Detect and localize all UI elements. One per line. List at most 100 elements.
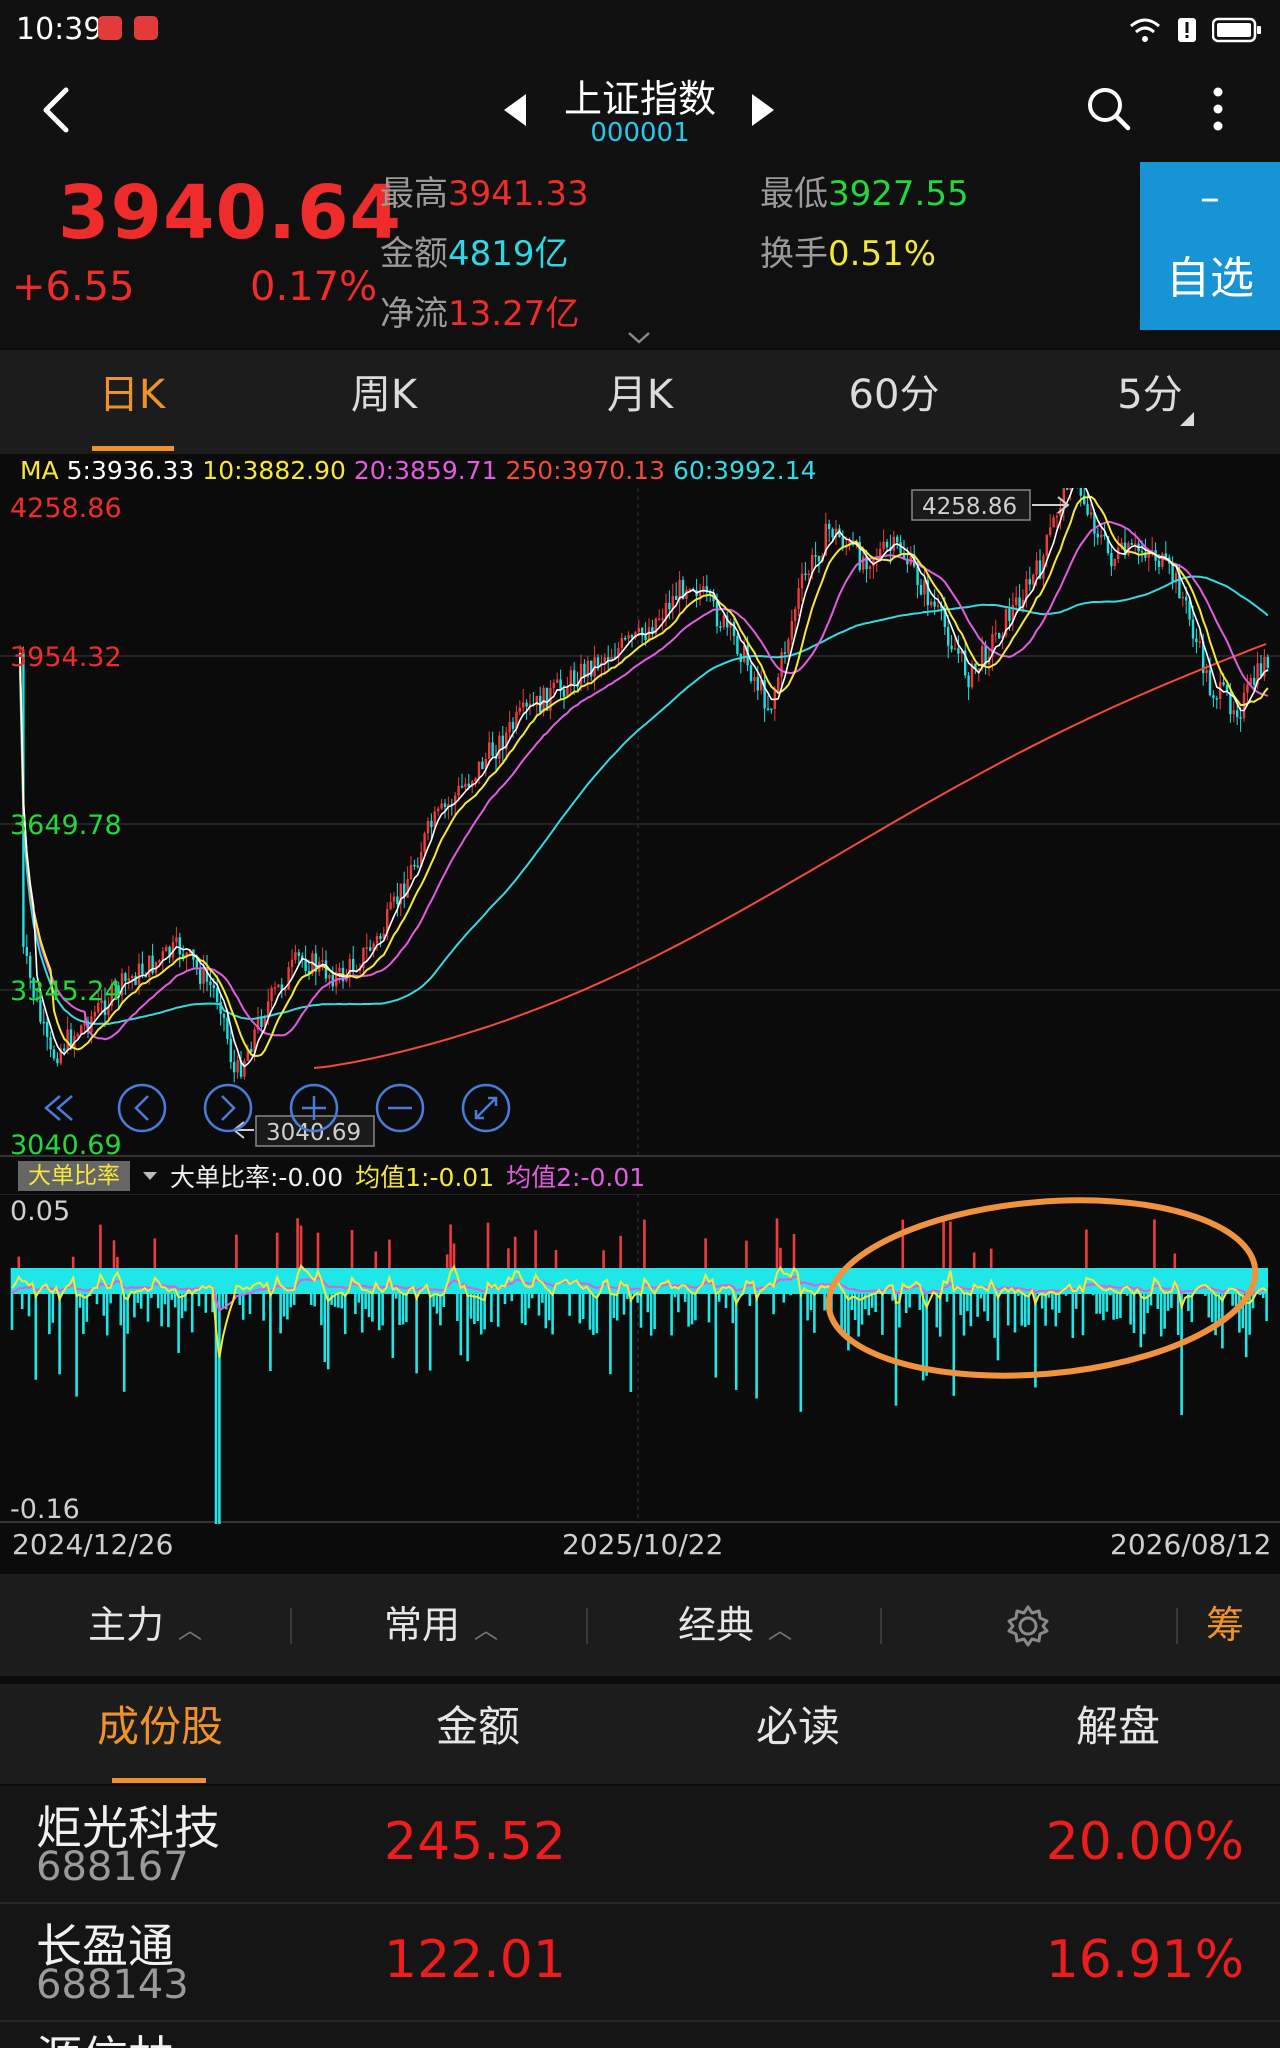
toolbar-divider bbox=[880, 1608, 882, 1644]
table-row[interactable]: 炬光科技 688167 245.52 20.00% bbox=[0, 1786, 1280, 1904]
high-stat: 最高3941.33 bbox=[380, 166, 589, 215]
low-marker: 3040.69 bbox=[232, 1115, 375, 1147]
scroll-left-fast-icon[interactable] bbox=[44, 1095, 73, 1121]
turnover-value: 0.51% bbox=[828, 234, 937, 274]
date-start: 2024/12/26 bbox=[12, 1528, 174, 1561]
stock-change-percent: 20.00% bbox=[1045, 1812, 1244, 1872]
kline-grid bbox=[0, 488, 1280, 1158]
amount-stat: 金额4819亿 bbox=[380, 226, 569, 275]
main-force-button[interactable]: 主力 ︿ bbox=[88, 1574, 202, 1676]
wifi-icon bbox=[1130, 18, 1160, 42]
tab-amount[interactable]: 金额 bbox=[398, 1684, 558, 1784]
tab-daily-k[interactable]: 日K bbox=[52, 350, 212, 454]
search-icon[interactable] bbox=[1086, 86, 1132, 132]
heart-app-notification-icon bbox=[134, 16, 158, 40]
nav-bar: 上证指数 000001 bbox=[0, 62, 1280, 158]
classic-button[interactable]: 经典 ︿ bbox=[678, 1574, 792, 1676]
toolbar-divider bbox=[586, 1608, 588, 1644]
amount-value: 4819亿 bbox=[448, 234, 569, 274]
kline-chart[interactable]: 4258.86 3954.32 3649.78 3345.24 3040.69 … bbox=[0, 488, 1280, 1158]
netflow-stat: 净流13.27亿 bbox=[380, 286, 579, 335]
active-tab-underline bbox=[92, 446, 174, 451]
ma60-value: 60:3992.14 bbox=[672, 456, 817, 485]
scroll-right-icon[interactable] bbox=[203, 1083, 253, 1133]
common-label: 常用 bbox=[384, 1603, 461, 1647]
indicator-toolbar: 主力 ︿ 常用 ︿ 经典 ︿ 筹 bbox=[0, 1574, 1280, 1676]
date-middle: 2025/10/22 bbox=[562, 1528, 724, 1561]
add-watchlist-button[interactable]: – 自选 bbox=[1140, 162, 1280, 330]
ma20-value: 20:3859.71 bbox=[353, 456, 498, 485]
chip-button[interactable]: 筹 bbox=[1206, 1574, 1244, 1676]
high-value: 3941.33 bbox=[448, 174, 589, 214]
stock-change-percent: 16.91% bbox=[1045, 1930, 1244, 1990]
list-tab-underline bbox=[112, 1778, 206, 1783]
tab-5min[interactable]: 5分 bbox=[1070, 350, 1230, 454]
stock-amount: 245.52 bbox=[384, 1812, 566, 1872]
tab-weekly-k[interactable]: 周K bbox=[304, 350, 464, 454]
indicator-chart[interactable]: 0.05 -0.16 bbox=[0, 1194, 1280, 1524]
tab-constituents[interactable]: 成份股 bbox=[80, 1684, 240, 1784]
common-button[interactable]: 常用 ︿ bbox=[384, 1574, 498, 1676]
alert-icon bbox=[1178, 18, 1196, 42]
app-notification-icon bbox=[98, 16, 122, 40]
axis-label-4: 3345.24 bbox=[10, 976, 122, 1007]
date-end: 2026/08/12 bbox=[1110, 1528, 1272, 1561]
more-icon[interactable] bbox=[1210, 84, 1226, 134]
fullscreen-icon[interactable] bbox=[461, 1083, 511, 1133]
indicator-dropdown-icon[interactable] bbox=[142, 1170, 158, 1182]
high-label: 最高 bbox=[380, 174, 448, 214]
ma-prefix: MA bbox=[20, 456, 59, 485]
indicator-value: 大单比率:-0.00 bbox=[170, 1163, 344, 1192]
watch-minus: – bbox=[1200, 175, 1220, 221]
axis-label-top: 4258.86 bbox=[10, 493, 122, 524]
netflow-label: 净流 bbox=[380, 294, 448, 334]
axis-label-bottom: 3040.69 bbox=[10, 1130, 122, 1158]
ma250-line bbox=[313, 643, 1267, 1069]
table-row[interactable]: 长盈通 688143 122.01 16.91% bbox=[0, 1904, 1280, 2022]
zoom-out-icon[interactable] bbox=[375, 1083, 425, 1133]
high-marker: 4258.86 bbox=[911, 489, 1070, 521]
main-force-label: 主力 bbox=[88, 1603, 165, 1647]
toolbar-divider bbox=[1176, 1608, 1178, 1644]
gear-icon[interactable] bbox=[1006, 1604, 1050, 1648]
low-marker-label: 3040.69 bbox=[266, 1120, 361, 1146]
price-change: +6.55 bbox=[12, 264, 135, 310]
low-value: 3927.55 bbox=[828, 174, 969, 214]
next-index-icon[interactable] bbox=[748, 92, 778, 128]
axis-label-2: 3954.32 bbox=[10, 642, 122, 673]
stock-name: 源信林 bbox=[36, 2022, 174, 2048]
low-stat: 最低3927.55 bbox=[760, 166, 969, 215]
indicator-top-label: 0.05 bbox=[10, 1196, 70, 1227]
system-icons bbox=[1128, 14, 1262, 46]
ma10-value: 10:3882.90 bbox=[202, 456, 346, 485]
watch-label: 自选 bbox=[1166, 253, 1254, 304]
stock-amount: 122.01 bbox=[384, 1930, 566, 1990]
expand-chevron-icon[interactable] bbox=[626, 330, 652, 346]
chevron-up-icon: ︿ bbox=[178, 1616, 203, 1644]
tab-analysis[interactable]: 解盘 bbox=[1038, 1684, 1198, 1784]
stock-code: 688167 bbox=[36, 1844, 189, 1890]
price-change-percent: 0.17% bbox=[250, 264, 378, 310]
indicator-avg2: 均值2:-0.01 bbox=[506, 1163, 646, 1192]
indicator-selector[interactable]: 大单比率 bbox=[18, 1161, 130, 1191]
indicator-bottom-label: -0.16 bbox=[10, 1494, 80, 1524]
tab-must-read[interactable]: 必读 bbox=[718, 1684, 878, 1784]
chevron-up-icon: ︿ bbox=[474, 1616, 499, 1644]
tab-60min[interactable]: 60分 bbox=[814, 350, 974, 454]
status-clock: 10:39 bbox=[16, 12, 103, 47]
battery-icon bbox=[1212, 17, 1261, 43]
netflow-value: 13.27亿 bbox=[448, 294, 580, 334]
ma5-value: 5:3936.33 bbox=[66, 456, 195, 485]
scroll-left-icon[interactable] bbox=[117, 1083, 167, 1133]
indicator-grid bbox=[0, 1194, 1280, 1524]
status-bar: 10:39 bbox=[0, 0, 1280, 62]
table-row[interactable]: 源信林 bbox=[0, 2022, 1280, 2048]
kline-candles bbox=[18, 488, 1269, 1083]
tab-monthly-k[interactable]: 月K bbox=[560, 350, 720, 454]
turnover-label: 换手 bbox=[760, 234, 828, 274]
indicator-avg1: 均值1:-0.01 bbox=[355, 1163, 495, 1192]
last-price: 3940.64 bbox=[58, 170, 403, 256]
stock-code: 688143 bbox=[36, 1962, 189, 2008]
indicator-legend: 大单比率 大单比率:-0.00 均值1:-0.01 均值2:-0.01 bbox=[18, 1160, 645, 1192]
amount-label: 金额 bbox=[380, 234, 448, 274]
